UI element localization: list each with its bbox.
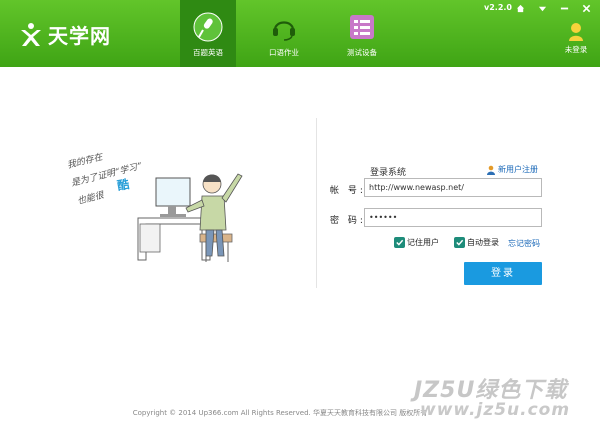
watermark-line-2: www.jz5u.com <box>420 400 571 420</box>
app-logo: 天学网 <box>18 20 111 49</box>
user-status[interactable]: 未登录 <box>560 22 592 55</box>
login-title: 登录系统 <box>370 168 407 178</box>
login-button[interactable]: 登录 <box>464 262 542 285</box>
handwritten-line-4: 酷 <box>116 176 130 193</box>
forgot-password-link[interactable]: 忘记密码 <box>508 238 540 249</box>
tab-test-device-label: 测试设备 <box>347 48 377 57</box>
account-input[interactable]: http://www.newasp.net/ <box>364 178 542 197</box>
logo-mark-icon <box>21 22 41 46</box>
tab-oral-homework[interactable]: 口语作业 <box>256 0 312 67</box>
remember-user-checkbox[interactable]: 记住用户 <box>394 237 439 248</box>
tab-english[interactable]: 百题英语 <box>180 0 236 67</box>
handwritten-line-1: 我的存在 <box>66 151 105 171</box>
tab-english-label: 百题英语 <box>193 48 223 57</box>
panel-divider <box>316 118 317 288</box>
tab-oral-homework-label: 口语作业 <box>269 48 299 57</box>
checklist-icon <box>350 15 374 39</box>
remember-user-label: 记住用户 <box>407 238 439 247</box>
minimize-button[interactable] <box>558 2 570 14</box>
tab-test-device[interactable]: 测试设备 <box>334 0 390 67</box>
auto-login-label: 自动登录 <box>467 238 499 247</box>
menu-icon <box>538 6 546 11</box>
minimize-icon <box>560 7 568 9</box>
new-user-icon <box>487 165 495 175</box>
close-icon <box>582 4 590 12</box>
checkbox-checked-icon <box>394 237 405 248</box>
version-label: v2.2.0 <box>484 3 512 12</box>
app-header: 天学网 百题英语 口语作业 测试设备 v2.2.0 未登录 <box>0 0 600 67</box>
register-link-label: 新用户注册 <box>498 165 538 174</box>
close-button[interactable] <box>580 2 592 14</box>
user-avatar-icon <box>569 23 583 41</box>
site-watermark: JZ5U绿色下载 www.jz5u.com <box>414 372 594 424</box>
password-input[interactable]: •••••• <box>364 208 542 227</box>
headset-icon <box>273 21 295 41</box>
user-status-label: 未登录 <box>564 45 588 54</box>
checkbox-checked-icon <box>454 237 465 248</box>
register-link[interactable]: 新用户注册 <box>486 164 538 175</box>
menu-button[interactable] <box>536 2 548 14</box>
handwritten-line-3: 也能很 <box>76 189 106 206</box>
copyright-text: Copyright © 2014 Up366.com All Rights Re… <box>132 409 428 417</box>
account-label: 帐 号: <box>330 186 366 196</box>
student-at-computer-illustration: 我的存在 是为了证明“学习” 也能很 酷 <box>66 151 243 262</box>
home-button[interactable] <box>514 2 526 14</box>
microphone-icon <box>193 12 223 42</box>
password-label: 密 码: <box>330 216 366 226</box>
home-icon <box>516 4 524 12</box>
logo-text: 天学网 <box>48 24 111 48</box>
auto-login-checkbox[interactable]: 自动登录 <box>454 237 499 248</box>
